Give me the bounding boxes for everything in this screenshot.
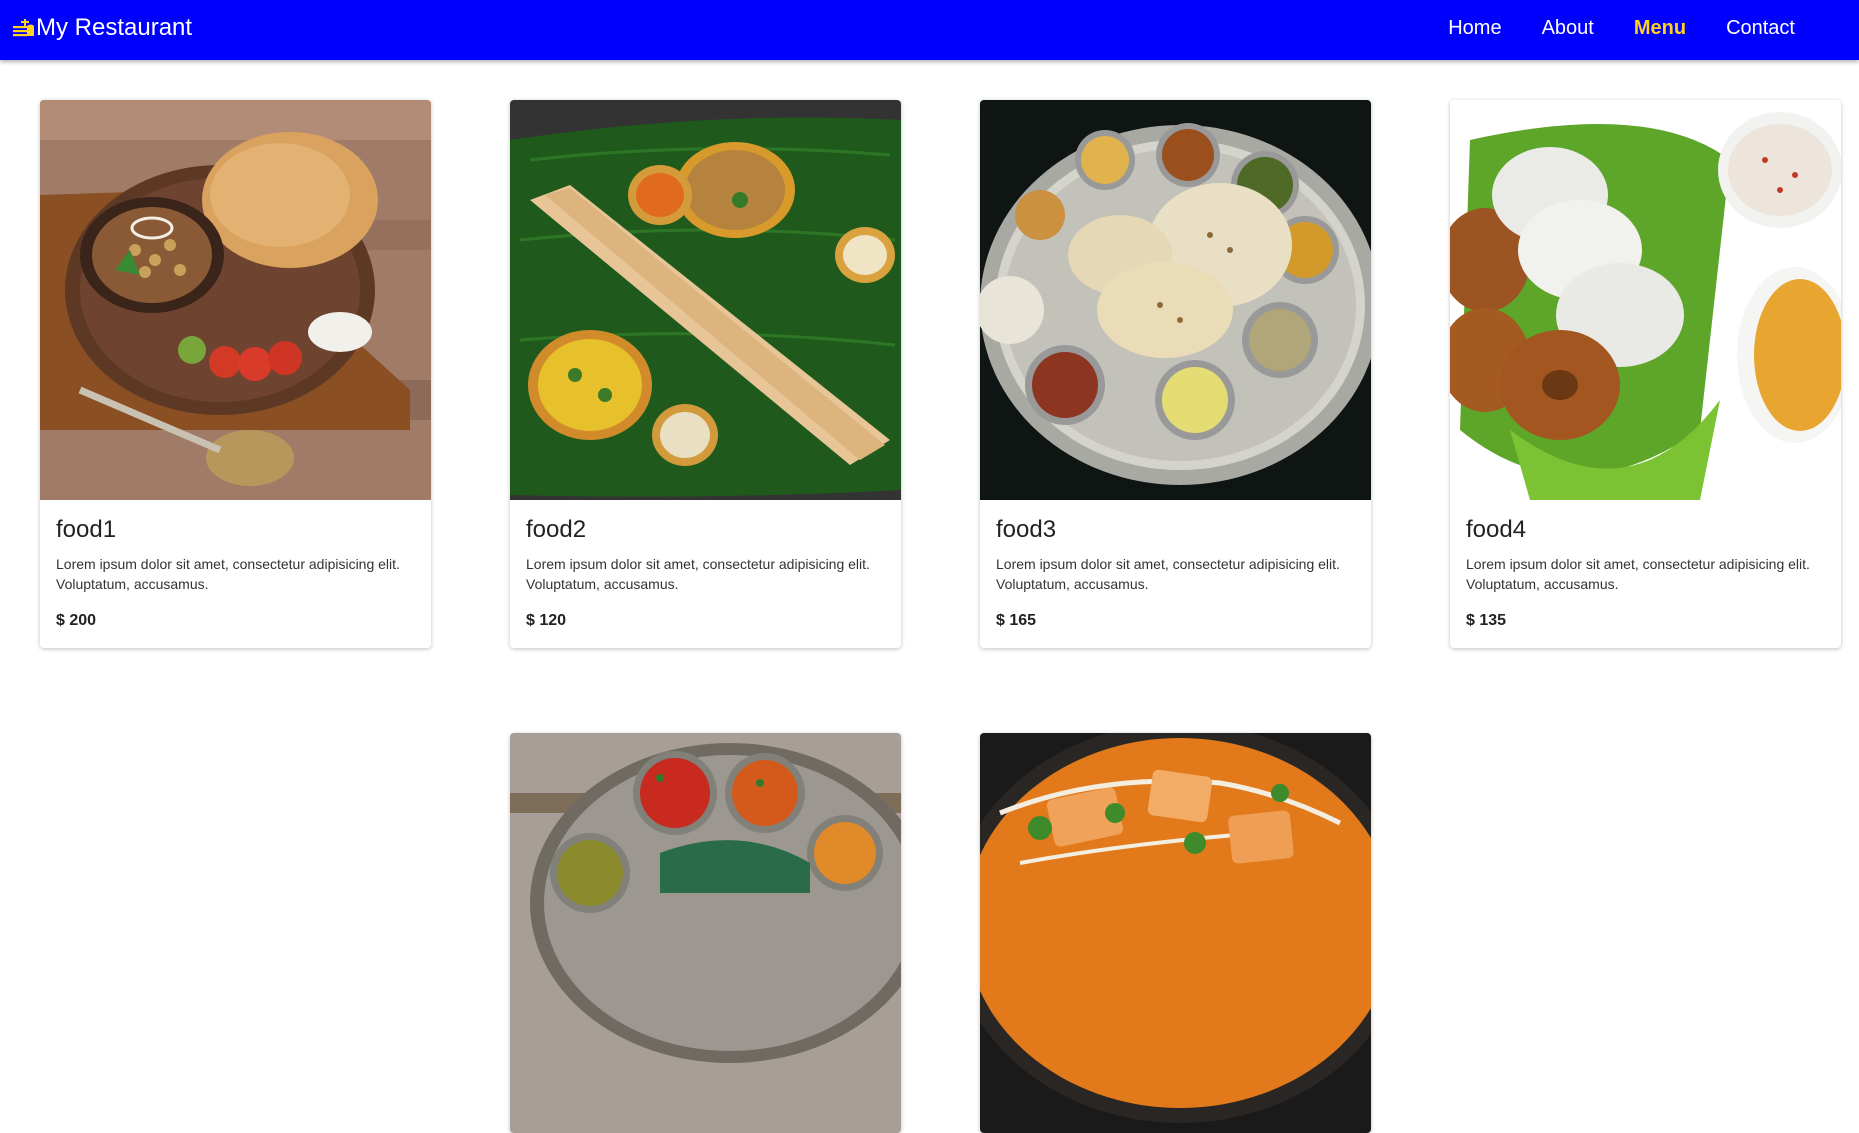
menu-card[interactable]: food1 Lorem ipsum dolor sit amet, consec…	[40, 100, 431, 648]
card-title: food3	[996, 516, 1057, 543]
masala-dosa-photo	[510, 100, 901, 500]
card-price: $ 135	[1466, 612, 1507, 629]
card-price: $ 200	[56, 612, 97, 629]
south-indian-thali-photo	[510, 733, 901, 1133]
card-description: Lorem ipsum dolor sit amet, consectetur …	[56, 556, 400, 592]
card-price: $ 165	[996, 612, 1037, 629]
card-description: Lorem ipsum dolor sit amet, consectetur …	[996, 556, 1340, 592]
idli-vada-photo	[1450, 100, 1841, 500]
card-body: food2 Lorem ipsum dolor sit amet, consec…	[510, 500, 901, 648]
card-description: Lorem ipsum dolor sit amet, consectetur …	[1466, 556, 1810, 592]
card-body: food3 Lorem ipsum dolor sit amet, consec…	[980, 500, 1371, 648]
card-body: food4 Lorem ipsum dolor sit amet, consec…	[1450, 500, 1841, 648]
menu-grid: food1 Lorem ipsum dolor sit amet, consec…	[0, 0, 1859, 1133]
card-title: food2	[526, 516, 587, 543]
chole-bhature-photo	[40, 100, 431, 500]
menu-card[interactable]: food2 Lorem ipsum dolor sit amet, consec…	[510, 100, 901, 648]
card-title: food4	[1466, 516, 1527, 543]
card-price: $ 120	[526, 612, 567, 629]
card-body: food1 Lorem ipsum dolor sit amet, consec…	[40, 500, 431, 648]
menu-card[interactable]	[510, 733, 901, 1133]
paneer-curry-photo	[980, 733, 1371, 1133]
menu-card[interactable]	[980, 733, 1371, 1133]
card-description: Lorem ipsum dolor sit amet, consectetur …	[526, 556, 870, 592]
menu-card[interactable]: food4 Lorem ipsum dolor sit amet, consec…	[1450, 100, 1841, 648]
menu-card[interactable]: food3 Lorem ipsum dolor sit amet, consec…	[980, 100, 1371, 648]
thali-photo	[980, 100, 1371, 500]
card-title: food1	[56, 516, 117, 543]
